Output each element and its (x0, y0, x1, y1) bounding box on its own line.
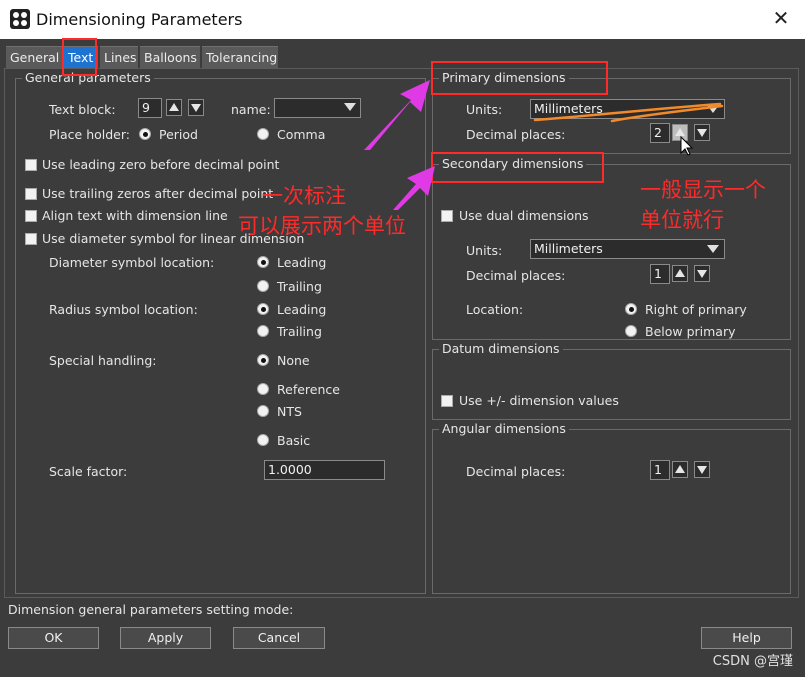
secondary-decimal-up-icon[interactable] (672, 265, 688, 282)
special-nts-label: NTS (277, 404, 302, 419)
scale-factor-field[interactable]: 1.0000 (264, 460, 385, 480)
text-tab-highlight-box (62, 38, 97, 76)
secondary-units-label: Units: (466, 243, 503, 258)
radius-trailing-label: Trailing (277, 324, 322, 339)
secondary-decimal-label: Decimal places: (466, 268, 566, 283)
angular-dimensions-group: Angular dimensions (432, 421, 791, 594)
right-of-primary-label: Right of primary (645, 302, 747, 317)
angular-decimal-label: Decimal places: (466, 464, 566, 479)
status-text: Dimension general parameters setting mod… (8, 602, 294, 617)
primary-decimal-field[interactable]: 2 (650, 123, 670, 143)
scale-factor-label: Scale factor: (49, 464, 128, 479)
radius-leading-label: Leading (277, 302, 327, 317)
below-primary-label: Below primary (645, 324, 736, 339)
special-none-radio[interactable] (257, 354, 269, 366)
text-block-field[interactable]: 9 (138, 98, 162, 118)
title-bar: Dimensioning Parameters ✕ (0, 0, 805, 39)
primary-units-label: Units: (466, 102, 503, 117)
primary-units-dropdown[interactable]: Millimeters (530, 99, 725, 119)
special-nts-radio[interactable] (257, 405, 269, 417)
annotation-text: 一次标注 (262, 184, 346, 208)
special-none-label: None (277, 353, 310, 368)
name-label: name: (231, 102, 271, 117)
primary-highlight-box (431, 61, 608, 95)
secondary-decimal-field[interactable]: 1 (650, 264, 670, 284)
secondary-units-dropdown[interactable]: Millimeters (530, 239, 725, 259)
datum-dimensions-group: Datum dimensions (432, 341, 791, 420)
cancel-button[interactable]: Cancel (233, 627, 325, 649)
diameter-leading-radio[interactable] (257, 256, 269, 268)
special-basic-radio[interactable] (257, 434, 269, 446)
chevron-down-icon (344, 103, 356, 111)
plusminus-label: Use +/- dimension values (459, 393, 619, 408)
special-reference-radio[interactable] (257, 383, 269, 395)
ok-button[interactable]: OK (8, 627, 99, 649)
tab-balloons[interactable]: Balloons (140, 46, 200, 68)
diameter-location-label: Diameter symbol location: (49, 255, 215, 270)
radius-trailing-radio[interactable] (257, 325, 269, 337)
annotation-text: 可以展示两个单位 (238, 214, 406, 238)
window-title: Dimensioning Parameters (36, 10, 243, 29)
primary-units-value: Millimeters (534, 101, 603, 116)
text-block-down-icon[interactable] (188, 99, 204, 116)
trailing-zeros-checkbox[interactable] (25, 188, 37, 200)
angular-decimal-up-icon[interactable] (672, 461, 688, 478)
text-block-up-icon[interactable] (166, 99, 182, 116)
below-primary-radio[interactable] (625, 325, 637, 337)
angular-decimal-field[interactable]: 1 (650, 460, 670, 480)
period-label: Period (159, 127, 198, 142)
help-button[interactable]: Help (701, 627, 792, 649)
tab-lines[interactable]: Lines (100, 46, 138, 68)
angular-decimal-down-icon[interactable] (694, 461, 710, 478)
radius-location-label: Radius symbol location: (49, 302, 198, 317)
place-holder-label: Place holder: (49, 127, 131, 142)
special-handling-label: Special handling: (49, 353, 157, 368)
right-of-primary-radio[interactable] (625, 303, 637, 315)
diameter-leading-label: Leading (277, 255, 327, 270)
annotation-text: 单位就行 (640, 208, 724, 232)
diameter-trailing-radio[interactable] (257, 280, 269, 292)
tab-tolerancing[interactable]: Tolerancing (202, 46, 278, 68)
tab-general[interactable]: General (6, 46, 62, 68)
special-basic-label: Basic (277, 433, 311, 448)
location-label: Location: (466, 302, 524, 317)
chevron-down-icon (707, 105, 719, 113)
secondary-units-value: Millimeters (534, 241, 603, 256)
special-reference-label: Reference (277, 382, 340, 397)
text-block-label: Text block: (49, 102, 116, 117)
primary-decimal-label: Decimal places: (466, 127, 566, 142)
dual-dimensions-label: Use dual dimensions (459, 208, 589, 223)
close-icon[interactable]: ✕ (771, 8, 791, 28)
leading-zero-label: Use leading zero before decimal point (42, 157, 280, 172)
chevron-down-icon (707, 245, 719, 253)
apply-button[interactable]: Apply (120, 627, 211, 649)
align-text-label: Align text with dimension line (42, 208, 228, 223)
group-title: Datum dimensions (439, 341, 563, 356)
app-icon (10, 9, 30, 29)
secondary-highlight-box (431, 152, 604, 183)
radius-leading-radio[interactable] (257, 303, 269, 315)
trailing-zeros-label: Use trailing zeros after decimal point (42, 186, 274, 201)
diameter-trailing-label: Trailing (277, 279, 322, 294)
period-radio[interactable] (139, 128, 151, 140)
watermark: CSDN @宫瑾 (712, 654, 793, 669)
diameter-symbol-checkbox[interactable] (25, 233, 37, 245)
annotation-text: 一般显示一个 (640, 178, 766, 202)
general-parameters-group: General parameters (15, 70, 426, 594)
align-text-checkbox[interactable] (25, 210, 37, 222)
group-title: Angular dimensions (439, 421, 569, 436)
dual-dimensions-checkbox[interactable] (441, 210, 453, 222)
secondary-decimal-down-icon[interactable] (694, 265, 710, 282)
primary-decimal-up-icon[interactable] (672, 124, 688, 141)
plusminus-checkbox[interactable] (441, 395, 453, 407)
comma-radio[interactable] (257, 128, 269, 140)
leading-zero-checkbox[interactable] (25, 159, 37, 171)
primary-decimal-down-icon[interactable] (694, 124, 710, 141)
name-dropdown-toggle[interactable] (274, 98, 361, 118)
comma-label: Comma (277, 127, 326, 142)
